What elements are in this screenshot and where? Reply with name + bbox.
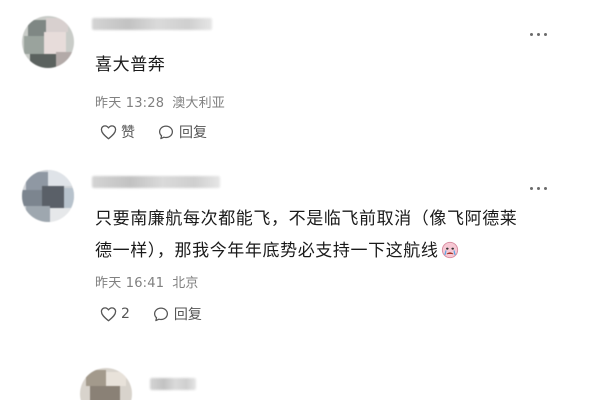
reply-label: 回复 [179,125,207,141]
comment-item: 只要南廉航每次都能飞，不是临飞前取消（像飞阿德莱 德一样），那我今年年底势必支持… [0,160,600,350]
comment-actions: 2 回复 [100,304,224,324]
reply-button[interactable]: 回复 [152,304,202,324]
comment-text: 喜大普奔 [95,52,165,78]
comment-text-line: 只要南廉航每次都能飞，不是临飞前取消（像飞阿德莱 [95,209,518,229]
reply-button[interactable]: 回复 [157,122,207,142]
username[interactable] [92,176,220,188]
username[interactable] [150,378,196,390]
like-count: 2 [121,306,130,322]
reply-bubble-icon [158,124,174,139]
heart-icon [100,307,117,322]
comment-item [0,360,600,400]
comment-meta: 昨天 13:28 澳大利亚 [95,92,233,111]
comment-location: 澳大利亚 [172,96,226,111]
avatar[interactable] [22,170,74,222]
comment-text-line-2: 德一样），那我今年年底势必支持一下这航线 [95,238,565,264]
like-button[interactable]: 赞 [100,122,135,142]
username[interactable] [92,18,212,30]
comment-time: 昨天 16:41 [95,276,165,291]
reply-bubble-icon [153,306,168,321]
more-dots-icon[interactable] [530,32,550,38]
like-button[interactable]: 2 [100,306,130,322]
like-label: 赞 [121,125,135,141]
heart-icon [100,125,117,140]
avatar[interactable] [80,368,132,400]
reply-label: 回复 [173,307,202,323]
more-dots-icon[interactable] [530,186,550,192]
comment-text: 只要南廉航每次都能飞，不是临飞前取消（像飞阿德莱 德一样），那我今年年底势必支持… [95,206,565,264]
comment-time: 昨天 13:28 [95,96,165,111]
comment-meta: 昨天 16:41 北京 [95,272,207,291]
comment-text-line: 德一样），那我今年年底势必支持一下这航线 [95,241,439,261]
avatar[interactable] [22,16,74,68]
comment-location: 北京 [172,276,199,291]
comment-text-line: 喜大普奔 [95,55,166,75]
comment-item: 喜大普奔 昨天 13:28 澳大利亚 赞 回复 [0,0,600,160]
crying-face-emoji [441,241,458,259]
comment-actions: 赞 回复 [100,122,229,142]
